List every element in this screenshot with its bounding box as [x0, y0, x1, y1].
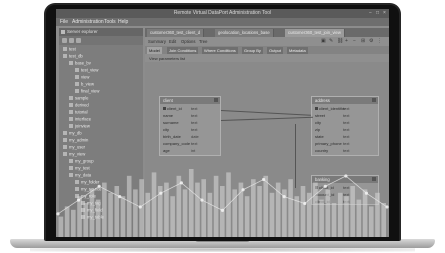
chart-bar — [331, 203, 337, 237]
chart-point — [76, 198, 81, 202]
chart-bar — [356, 199, 362, 237]
chart-bar — [251, 179, 256, 237]
chart-bar — [188, 169, 194, 237]
chart-bar — [263, 175, 269, 237]
chart-bar — [120, 196, 126, 237]
chart-bar — [170, 196, 175, 237]
chart-bar — [288, 179, 293, 237]
chart-point — [323, 184, 327, 188]
chart-point — [138, 205, 142, 209]
chart-bar — [294, 196, 300, 237]
chart-bar — [126, 175, 132, 237]
chart-bar — [64, 206, 70, 237]
chart-bar — [368, 206, 374, 237]
chart-bar — [325, 189, 331, 237]
chart-bar — [58, 216, 64, 237]
chart-bar — [77, 196, 82, 237]
chart-bar — [83, 203, 89, 237]
chart-bar — [362, 189, 368, 237]
chart-bar — [89, 189, 95, 237]
chart-point — [385, 205, 389, 209]
laptop-illustration: Remote Virtual DataPort Administration T… — [0, 0, 445, 253]
chart-bar — [337, 192, 343, 237]
chart-point — [97, 184, 101, 188]
chart-bar — [381, 203, 386, 237]
chart-point — [262, 177, 266, 182]
chart-point — [200, 198, 204, 202]
chart-bar — [182, 189, 188, 237]
chart-bar — [195, 182, 200, 237]
chart-bar — [133, 189, 138, 237]
chart-point — [282, 195, 286, 199]
chart-point — [364, 191, 369, 195]
chart-bar — [151, 172, 157, 237]
chart-point — [303, 201, 307, 206]
chart-point — [179, 181, 183, 185]
chart-bar — [201, 179, 206, 237]
chart-bar — [244, 196, 250, 237]
chart-bar — [102, 182, 107, 237]
chart-point — [220, 208, 225, 212]
chart-point — [159, 191, 163, 195]
chart-point — [344, 174, 348, 178]
laptop-screen: Remote Virtual DataPort Administration T… — [56, 9, 389, 237]
chart-point — [118, 195, 122, 199]
overlay-chart — [56, 169, 389, 237]
chart-bar — [95, 199, 101, 237]
chart-bar — [350, 186, 355, 237]
chart-bar — [269, 192, 275, 237]
chart-bar — [344, 196, 349, 237]
chart-bar — [207, 192, 213, 237]
chart-bar — [108, 192, 113, 237]
chart-bar — [114, 186, 120, 237]
chart-bar — [145, 192, 151, 237]
chart-bar — [300, 186, 306, 237]
chart-bar — [257, 186, 262, 237]
chart-bar — [319, 199, 324, 237]
chart-point — [56, 212, 60, 216]
chart-point — [241, 188, 245, 192]
chart-bar — [71, 209, 76, 237]
chart-bar — [313, 182, 318, 237]
